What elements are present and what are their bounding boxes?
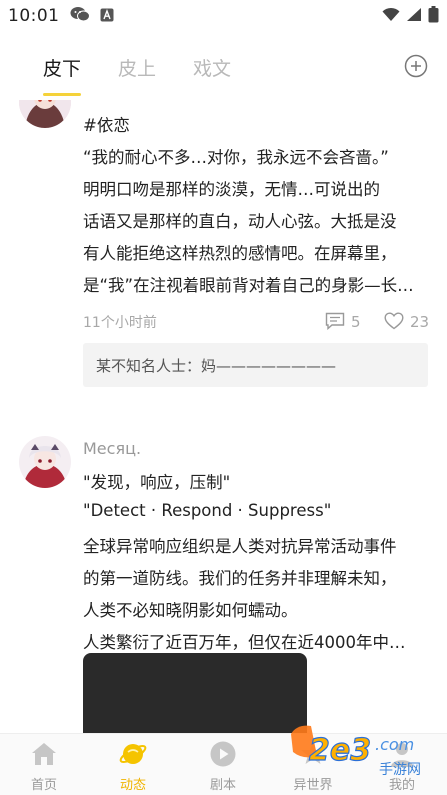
tab-xiwen[interactable]: 戏文 [193,54,231,81]
wifi-icon [382,7,400,26]
post-text-line: 全球异常响应组织是人类对抗异常活动事件 [83,537,397,556]
nav-profile[interactable]: 我的 [372,734,432,795]
feed[interactable]: #依恋 “我的耐心不多…对你，我永远不会吝啬。” 明明口吻是那样的淡漠，无情…可… [0,100,447,733]
comment-preview[interactable]: 某不知名人士：妈———————— [83,343,428,387]
planet-icon [119,740,147,768]
post-text-line: 人类繁衍了近百万年，但仅在近4000年中… [83,633,406,652]
plus-circle-icon [404,54,428,78]
post-text-line: 明明口吻是那样的淡漠，无情…可说出的 [83,180,380,199]
post-text-line: 话语又是那样的直白，动人心弦。大抵是没 [83,212,397,231]
nav-script[interactable]: 剧本 [193,734,253,795]
tab-pishang[interactable]: 皮上 [118,54,156,81]
status-time: 10:01 [8,6,60,26]
avatar[interactable] [19,100,71,128]
tab-pixia[interactable]: 皮下 [43,54,81,81]
profile-icon [388,740,416,768]
comment-icon[interactable] [325,312,345,334]
status-bar: 10:01 [0,0,447,32]
post-text-line: 的第一道防线。我们的任务并非理解未知， [83,569,397,588]
nav-label: 动态 [119,778,146,793]
nav-feed[interactable]: 动态 [103,734,163,795]
tab-bar: 皮下 皮上 戏文 [0,32,447,100]
avatar[interactable] [19,436,71,488]
post-text-line: 人类不必知晓阴影如何蠕动。 [83,601,298,620]
world-icon [299,740,327,768]
nav-label: 我的 [388,778,415,793]
like-count: 23 [410,313,430,331]
wechat-icon [70,6,90,26]
post-text-line: "Detect · Respond · Suppress" [83,501,332,520]
nav-home[interactable]: 首页 [14,734,74,795]
app-notification-icon [100,7,114,26]
battery-icon [428,5,439,27]
post-text-line: #依恋 [83,116,130,135]
post-text-line: 有人能拒绝这样热烈的感情吧。在屏幕里， [83,244,397,263]
like-icon[interactable] [384,312,404,334]
play-icon [209,740,237,768]
post-text-line: “我的耐心不多…对你，我永远不会吝啬。” [83,148,389,167]
post-text-line: 是“我”在注视着眼前背对着自己的身影—长… [83,276,414,295]
comment-count: 5 [351,313,361,331]
post-username[interactable]: Месяц. [83,439,141,458]
active-tab-indicator [43,93,81,96]
home-icon [30,740,58,768]
post-image[interactable] [83,653,307,733]
add-button[interactable] [404,54,428,78]
nav-label: 异世界 [293,778,333,793]
post-text-line: "发现，响应，压制" [83,473,231,492]
post-timestamp: 11个小时前 [83,315,157,331]
comment-preview-text: 某不知名人士：妈———————— [96,357,337,375]
nav-world[interactable]: 异世界 [283,734,343,795]
signal-icon [406,7,422,26]
nav-label: 剧本 [209,778,236,793]
bottom-nav: 首页 动态 剧本 异世界 我的 [0,733,447,795]
nav-label: 首页 [30,778,57,793]
